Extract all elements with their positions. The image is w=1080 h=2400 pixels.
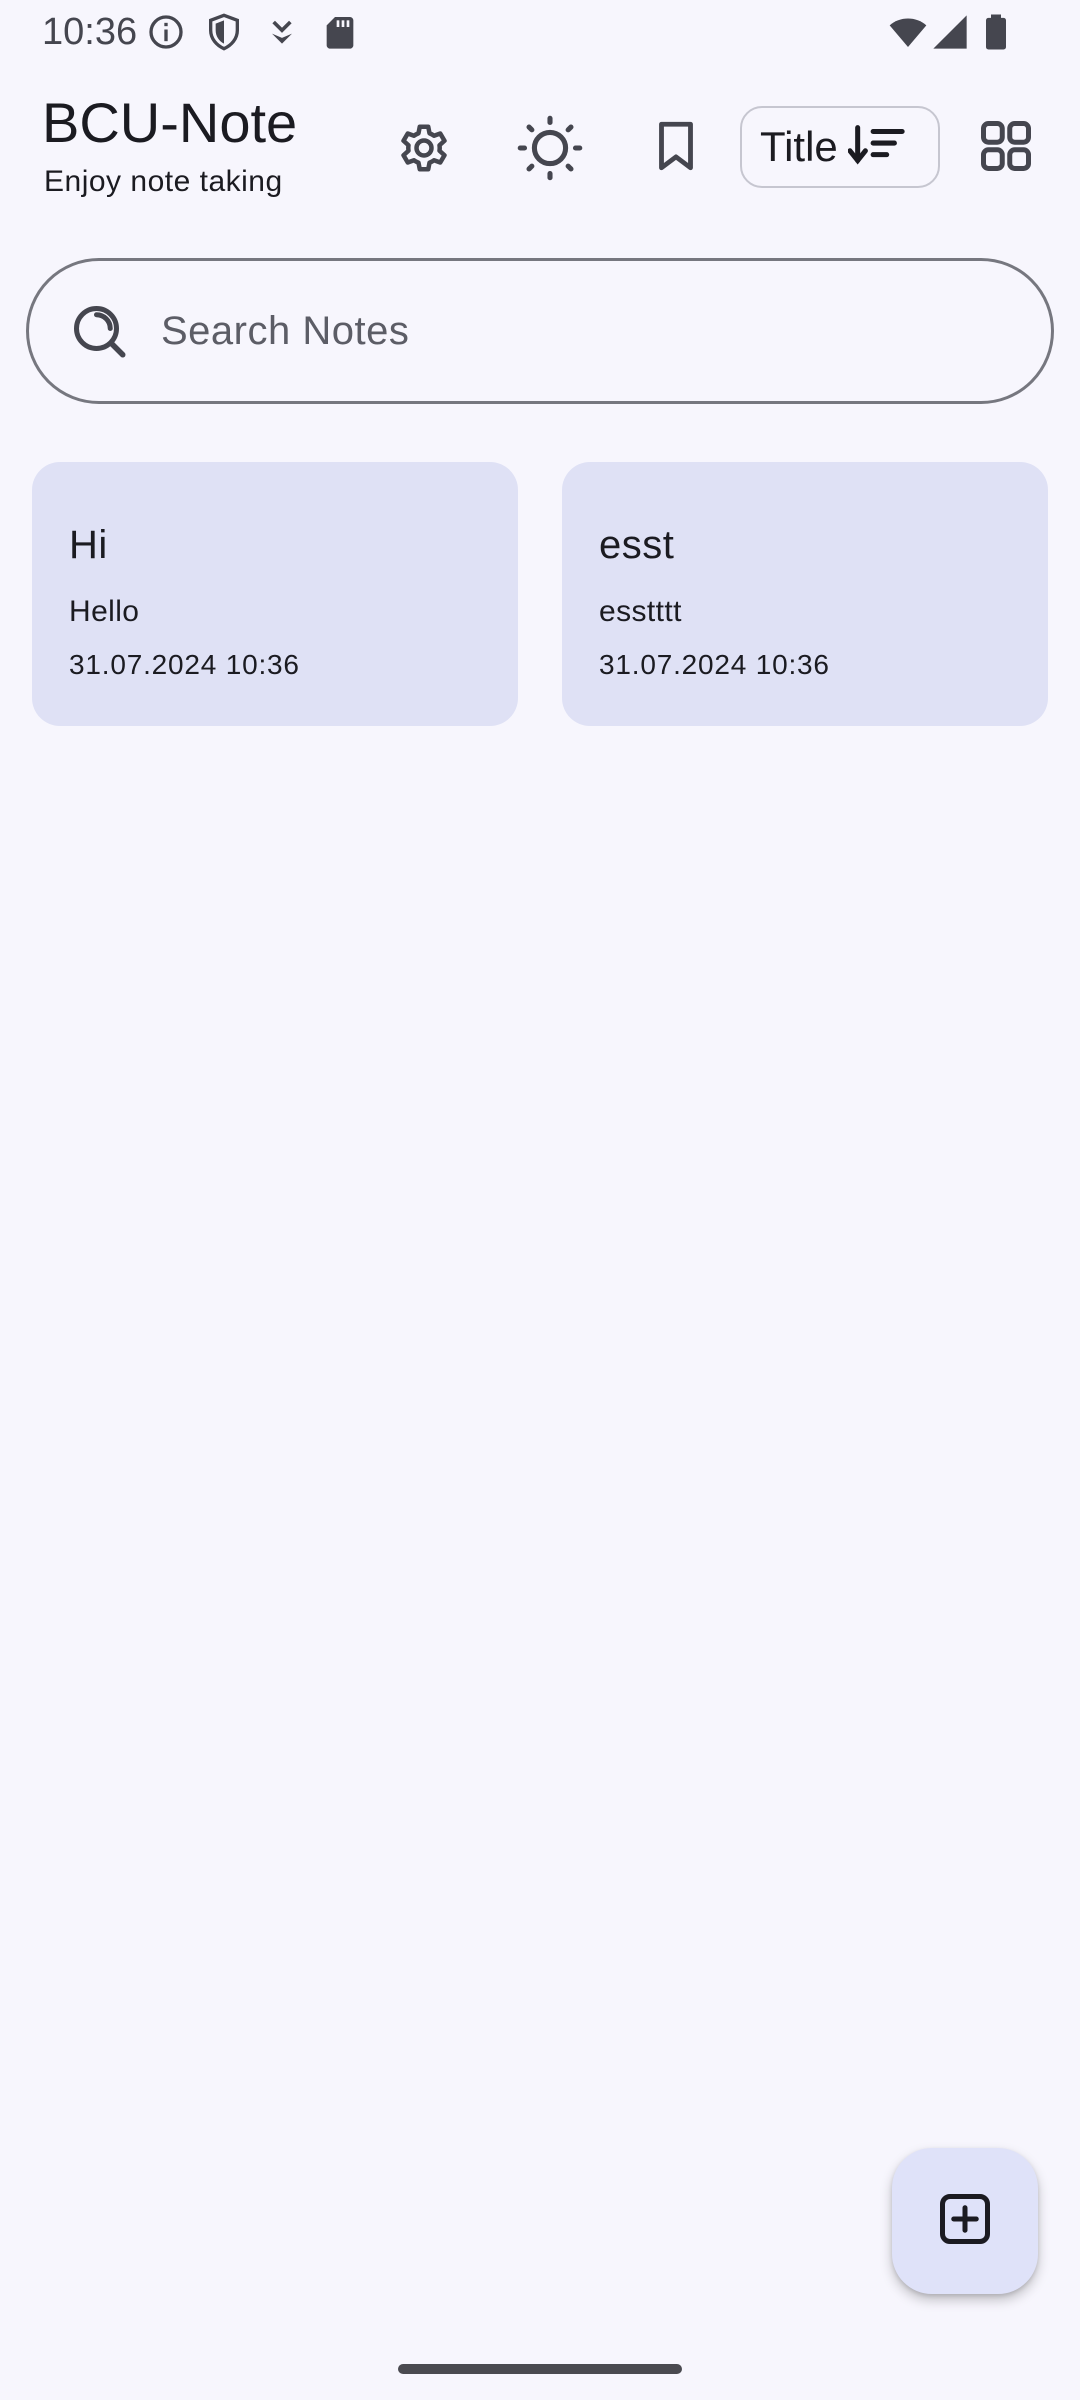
search-bar[interactable] bbox=[26, 258, 1054, 404]
note-body: Hello bbox=[69, 595, 140, 628]
add-note-icon bbox=[935, 2189, 995, 2254]
info-icon bbox=[146, 12, 186, 52]
sort-chip[interactable]: Title bbox=[740, 106, 940, 188]
battery-icon bbox=[976, 12, 1016, 52]
settings-button[interactable] bbox=[382, 106, 466, 190]
shield-icon bbox=[204, 12, 244, 52]
grid-view-icon bbox=[976, 116, 1036, 176]
layout-toggle-button[interactable] bbox=[964, 104, 1048, 188]
note-date: 31.07.2024 10:36 bbox=[599, 649, 830, 680]
app-subtitle: Enjoy note taking bbox=[44, 165, 283, 198]
status-time: 10:36 bbox=[42, 11, 138, 53]
sort-label: Title bbox=[760, 123, 838, 170]
search-input[interactable] bbox=[159, 307, 963, 355]
bookmark-icon bbox=[647, 117, 705, 175]
home-indicator[interactable] bbox=[398, 2364, 682, 2374]
add-note-button[interactable] bbox=[892, 2148, 1038, 2294]
download-icon bbox=[262, 12, 302, 52]
bookmarks-button[interactable] bbox=[634, 104, 718, 188]
theme-sun-icon bbox=[516, 114, 584, 182]
note-date: 31.07.2024 10:36 bbox=[69, 649, 300, 680]
note-title: Hi bbox=[69, 523, 108, 567]
sd-card-icon bbox=[320, 12, 360, 52]
settings-icon bbox=[394, 118, 454, 178]
theme-toggle-button[interactable] bbox=[508, 106, 592, 190]
app-title: BCU-Note bbox=[42, 91, 298, 154]
note-title: esst bbox=[599, 523, 675, 567]
wifi-icon bbox=[888, 12, 928, 52]
search-icon bbox=[63, 295, 135, 367]
sort-descending-icon bbox=[847, 123, 906, 172]
note-card[interactable]: Hi Hello 31.07.2024 10:36 bbox=[32, 462, 518, 726]
note-body: esstttt bbox=[599, 595, 682, 628]
note-card[interactable]: esst esstttt 31.07.2024 10:36 bbox=[562, 462, 1048, 726]
signal-icon bbox=[930, 12, 970, 52]
